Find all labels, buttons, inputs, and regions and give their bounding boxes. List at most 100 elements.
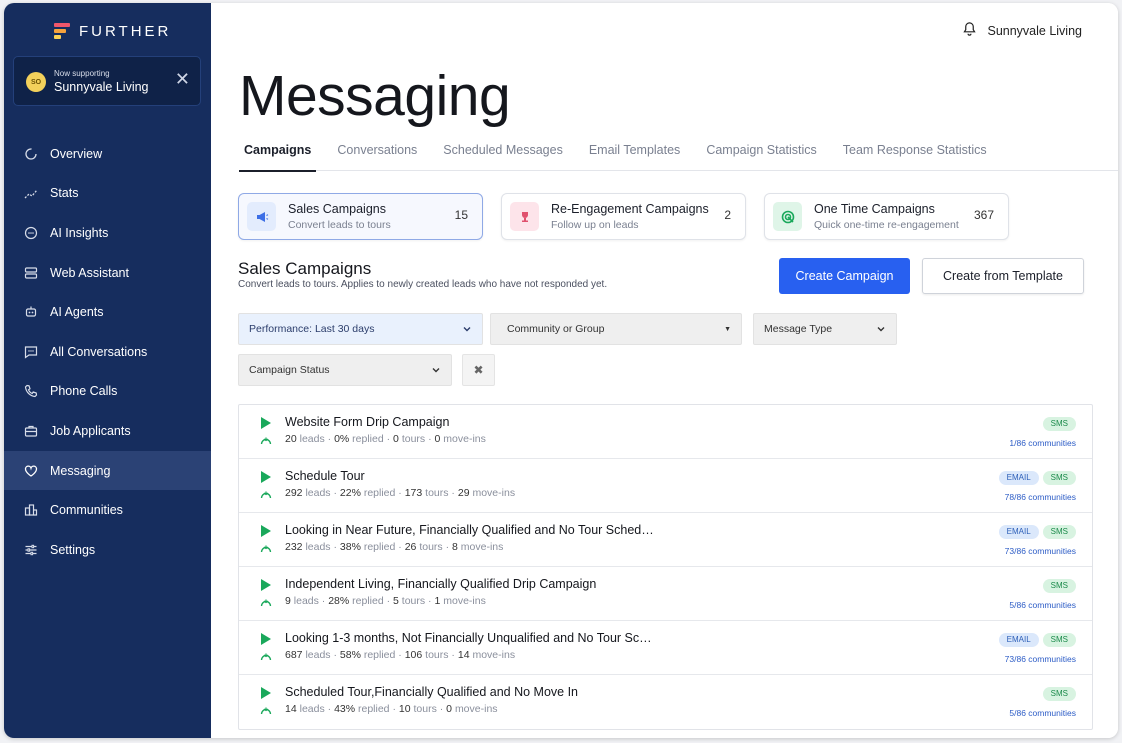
tab-campaigns[interactable]: Campaigns <box>239 140 317 172</box>
replied-pct: 38% <box>339 541 361 553</box>
campaign-name[interactable]: Looking in Near Future, Financially Qual… <box>285 523 654 537</box>
sparkle-icon <box>260 599 272 607</box>
create-from-template-button[interactable]: Create from Template <box>922 258 1084 294</box>
sidebar-nav: Overview Stats AI Insights Web Assistant AI … <box>4 134 211 570</box>
tours-count: 0 <box>393 433 399 445</box>
sidebar-item-label: Overview <box>50 146 103 161</box>
campaign-name[interactable]: Independent Living, Financially Qualifie… <box>285 577 596 591</box>
sidebar-item-label: All Conversations <box>50 344 148 359</box>
table-row[interactable]: Independent Living, Financially Qualifie… <box>239 567 1092 621</box>
sidebar-item-job-applicants[interactable]: Job Applicants <box>4 411 211 451</box>
target-icon <box>773 202 802 231</box>
sparkle-icon <box>260 653 272 661</box>
play-icon[interactable] <box>261 633 271 645</box>
sidebar-item-label: Stats <box>50 186 79 201</box>
campaign-name[interactable]: Schedule Tour <box>285 469 365 483</box>
tab-team-response-statistics[interactable]: Team Response Statistics <box>838 140 992 171</box>
communities-link[interactable]: 73/86 communities <box>1005 546 1076 556</box>
main-content: Sunnyvale Living Messaging Campaigns Conv… <box>211 3 1118 738</box>
campaign-stats: 292 leads · 22% replied · 173 tours · 29… <box>285 487 516 499</box>
replied-pct: 28% <box>328 595 350 607</box>
campaign-type-card-re-engagement-campaigns[interactable]: Re-Engagement Campaigns Follow up on lead… <box>501 193 746 240</box>
communities-link[interactable]: 73/86 communities <box>1005 654 1076 664</box>
tab-scheduled-messages[interactable]: Scheduled Messages <box>438 140 568 171</box>
community-filter[interactable]: Community or Group ▼ <box>490 313 742 345</box>
sidebar-item-ai-agents[interactable]: AI Agents <box>4 292 211 332</box>
account-community-name[interactable]: Sunnyvale Living <box>987 24 1082 38</box>
communities-link[interactable]: 78/86 communities <box>1005 492 1076 502</box>
insights-icon <box>24 226 38 240</box>
trophy-icon <box>510 202 539 231</box>
play-icon[interactable] <box>261 579 271 591</box>
performance-filter[interactable]: Performance: Last 30 days <box>238 313 483 345</box>
campaign-type-card-one-time-campaigns[interactable]: One Time Campaigns Quick one-time re-enga… <box>764 193 1009 240</box>
table-row[interactable]: Scheduled Tour,Financially Qualified and… <box>239 675 1092 729</box>
play-icon[interactable] <box>261 525 271 537</box>
clear-filters-button[interactable]: ✖ <box>462 354 495 386</box>
tab-campaign-statistics[interactable]: Campaign Statistics <box>701 140 821 171</box>
campaign-type-card-sales-campaigns[interactable]: Sales Campaigns Convert leads to tours 15 <box>238 193 483 240</box>
sidebar-item-label: Messaging <box>50 463 111 478</box>
message-type-filter[interactable]: Message Type <box>753 313 897 345</box>
campaign-stats: 20 leads · 0% replied · 0 tours · 0 move… <box>285 433 486 445</box>
supporting-community-panel: SO Now supporting Sunnyvale Living ✕ <box>13 56 201 106</box>
moveins-count: 0 <box>434 433 441 445</box>
campaign-type-cards: Sales Campaigns Convert leads to tours 15 R… <box>238 193 1009 240</box>
communities-link[interactable]: 1/86 communities <box>1009 438 1076 448</box>
card-title: Re-Engagement Campaigns <box>551 202 709 216</box>
moveins-count: 0 <box>446 703 453 715</box>
play-icon[interactable] <box>261 471 271 483</box>
campaign-status-filter-label: Campaign Status <box>249 364 330 376</box>
sidebar-item-phone-calls[interactable]: Phone Calls <box>4 372 211 412</box>
card-subtitle: Follow up on leads <box>551 219 639 231</box>
building-icon <box>24 503 38 517</box>
table-row[interactable]: Looking 1-3 months, Not Financially Unqu… <box>239 621 1092 675</box>
section-subtitle: Convert leads to tours. Applies to newly… <box>238 279 608 290</box>
moveins-count: 29 <box>457 487 470 499</box>
campaign-stats: 14 leads · 43% replied · 10 tours · 0 mo… <box>285 703 498 715</box>
table-row[interactable]: Website Form Drip Campaign 20 leads · 0% … <box>239 405 1092 459</box>
sidebar-item-communities[interactable]: Communities <box>4 490 211 530</box>
bell-icon[interactable] <box>962 21 977 40</box>
replied-pct: 58% <box>339 649 361 661</box>
campaign-name[interactable]: Looking 1-3 months, Not Financially Unqu… <box>285 631 652 645</box>
table-row[interactable]: Schedule Tour 292 leads · 22% replied · 1… <box>239 459 1092 513</box>
channel-badges: SMS <box>1042 579 1076 593</box>
sidebar-item-settings[interactable]: Settings <box>4 530 211 570</box>
channel-badges: EMAIL SMS <box>998 633 1076 647</box>
campaign-name[interactable]: Scheduled Tour,Financially Qualified and… <box>285 685 578 699</box>
sidebar-item-ai-insights[interactable]: AI Insights <box>4 213 211 253</box>
campaign-stats: 9 leads · 28% replied · 5 tours · 1 move… <box>285 595 486 607</box>
tab-email-templates[interactable]: Email Templates <box>584 140 685 171</box>
communities-link[interactable]: 5/86 communities <box>1009 600 1076 610</box>
card-title: Sales Campaigns <box>288 202 386 216</box>
play-icon[interactable] <box>261 687 271 699</box>
sidebar-item-all-conversations[interactable]: All Conversations <box>4 332 211 372</box>
sidebar-item-label: Job Applicants <box>50 423 131 438</box>
sparkle-icon <box>260 545 272 553</box>
sidebar-item-overview[interactable]: Overview <box>4 134 211 174</box>
campaign-stats: 687 leads · 58% replied · 106 tours · 14… <box>285 649 516 661</box>
play-icon[interactable] <box>261 417 271 429</box>
campaign-list: Website Form Drip Campaign 20 leads · 0% … <box>238 404 1093 730</box>
sidebar-item-stats[interactable]: Stats <box>4 174 211 214</box>
sidebar-item-label: Phone Calls <box>50 384 118 399</box>
sms-badge: SMS <box>1042 417 1076 431</box>
chevron-down-icon <box>877 327 885 332</box>
sidebar-item-web-assistant[interactable]: Web Assistant <box>4 253 211 293</box>
create-campaign-button[interactable]: Create Campaign <box>779 258 910 294</box>
communities-link[interactable]: 5/86 communities <box>1009 708 1076 718</box>
chevron-down-icon <box>432 368 440 373</box>
campaign-status-filter[interactable]: Campaign Status <box>238 354 452 386</box>
close-icon[interactable]: ✕ <box>175 70 190 88</box>
card-count: 2 <box>724 208 731 222</box>
campaign-name[interactable]: Website Form Drip Campaign <box>285 415 449 429</box>
sidebar-item-messaging[interactable]: Messaging <box>4 450 211 491</box>
logo[interactable]: FURTHER <box>54 22 171 40</box>
table-row[interactable]: Looking in Near Future, Financially Qual… <box>239 513 1092 567</box>
tab-conversations[interactable]: Conversations <box>332 140 422 171</box>
sparkle-icon <box>260 707 272 715</box>
sms-badge: SMS <box>1042 525 1076 539</box>
channel-badges: SMS <box>1042 417 1076 431</box>
replied-pct: 43% <box>334 703 356 715</box>
